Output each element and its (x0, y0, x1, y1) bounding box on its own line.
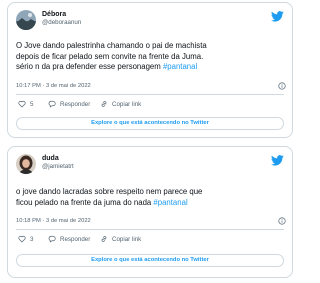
hashtag-link[interactable]: #pantanal (163, 62, 197, 71)
twitter-bird-icon[interactable] (271, 11, 284, 22)
display-name[interactable]: Débora (42, 11, 81, 18)
tweet-timestamp[interactable]: 10:18 PM · 3 de mai de 2022 (16, 218, 91, 224)
avatar-landscape-icon (16, 10, 36, 30)
tweet-meta: 10:18 PM · 3 de mai de 2022 (16, 217, 286, 225)
divider (16, 94, 284, 95)
reply-label: Responder (60, 101, 91, 108)
info-icon[interactable] (278, 217, 286, 225)
copy-link-label: Copiar link (112, 101, 142, 108)
like-count: 3 (30, 236, 34, 243)
tweet-text: O Jove dando palestrinha chamando o pai … (16, 41, 286, 73)
divider (16, 229, 284, 230)
like-count: 5 (30, 101, 34, 108)
info-icon[interactable] (278, 82, 286, 90)
heart-icon (18, 101, 26, 108)
like-button[interactable]: 3 (18, 235, 33, 244)
tweet-card[interactable]: duda @jamietatrt o jove dando lacradas s… (7, 146, 293, 278)
user-handle[interactable]: @deboraanun (42, 19, 81, 26)
tweet-header: Débora @deboraanun (16, 10, 284, 32)
link-icon (101, 236, 107, 243)
user-handle[interactable]: @jamietatrt (42, 163, 74, 170)
twitter-bird-icon[interactable] (271, 155, 284, 166)
heart-icon (18, 236, 26, 243)
explore-button[interactable]: Explore o que está acontecendo no Twitte… (16, 117, 284, 130)
reply-icon (48, 101, 56, 108)
reply-button[interactable]: Responder (48, 235, 90, 244)
copy-link-button[interactable]: Copiar link (100, 235, 141, 244)
tweet-actions: 5 Responder Copiar link (18, 100, 284, 110)
hashtag-link[interactable]: #pantanal (153, 198, 187, 207)
avatar[interactable] (16, 154, 36, 174)
tweet-actions: 3 Responder Copiar link (18, 235, 284, 245)
link-icon (101, 101, 107, 108)
explore-button[interactable]: Explore o que está acontecendo no Twitte… (16, 254, 284, 267)
display-name[interactable]: duda (42, 155, 74, 162)
copy-link-button[interactable]: Copiar link (100, 100, 141, 109)
tweet-header: duda @jamietatrt (16, 154, 284, 176)
tweet-text: o jove dando lacradas sobre respeito nem… (16, 187, 286, 208)
like-button[interactable]: 5 (18, 100, 33, 109)
reply-icon (48, 236, 56, 243)
tweet-timestamp[interactable]: 10:17 PM · 3 de mai de 2022 (16, 83, 91, 89)
avatar-person-icon (16, 154, 36, 174)
tweet-meta: 10:17 PM · 3 de mai de 2022 (16, 82, 286, 90)
avatar[interactable] (16, 10, 36, 30)
tweet-card[interactable]: Débora @deboraanun O Jove dando palestri… (7, 2, 293, 138)
reply-button[interactable]: Responder (48, 100, 90, 109)
copy-link-label: Copiar link (112, 236, 142, 243)
reply-label: Responder (60, 236, 91, 243)
